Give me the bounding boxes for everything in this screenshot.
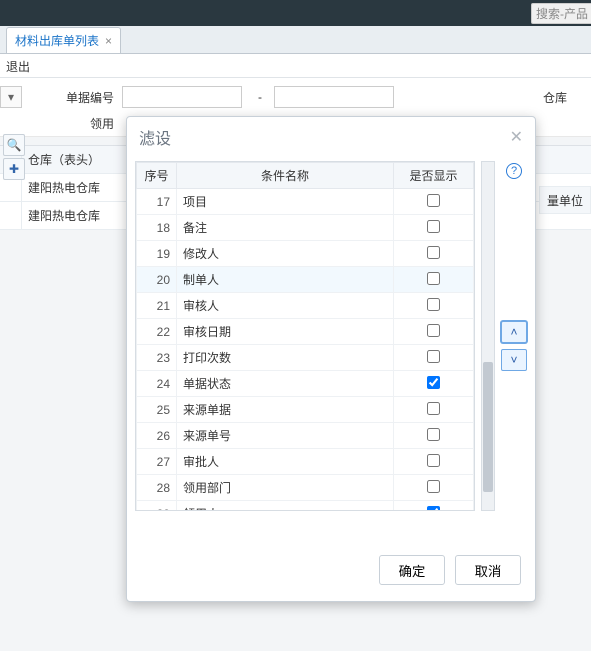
show-cell (394, 345, 474, 371)
show-checkbox[interactable] (427, 350, 440, 363)
filter-row[interactable]: 25来源单据 (137, 397, 474, 423)
side-icon-bar: 🔍 ✚ (3, 134, 25, 180)
show-checkbox[interactable] (427, 272, 440, 285)
help-icon[interactable]: ? (506, 163, 522, 179)
search-icon[interactable]: 🔍 (3, 134, 25, 156)
name-cell: 单据状态 (177, 371, 394, 397)
name-cell: 来源单号 (177, 423, 394, 449)
seq-cell: 19 (137, 241, 177, 267)
filter-row[interactable]: 20制单人 (137, 267, 474, 293)
name-cell: 审核人 (177, 293, 394, 319)
show-cell (394, 319, 474, 345)
scroll-thumb[interactable] (483, 362, 493, 492)
show-cell (394, 241, 474, 267)
filter-row[interactable]: 22审核日期 (137, 319, 474, 345)
show-checkbox[interactable] (427, 298, 440, 311)
name-cell: 审批人 (177, 449, 394, 475)
col-warehouse[interactable]: 仓库（表头） (22, 146, 130, 173)
filter-dropdown-icon[interactable]: ▾ (0, 86, 22, 108)
filter-row[interactable]: 27审批人 (137, 449, 474, 475)
close-icon[interactable]: × (105, 34, 112, 48)
top-bar: 搜索-产品 (0, 0, 591, 26)
show-checkbox[interactable] (427, 194, 440, 207)
show-checkbox[interactable] (427, 402, 440, 415)
bill-no-input-2[interactable] (274, 86, 394, 108)
cancel-button[interactable]: 取消 (455, 555, 521, 585)
filter-table: 序号 条件名称 是否显示 17项目18备注19修改人20制单人21审核人22审核… (135, 161, 475, 511)
show-checkbox[interactable] (427, 246, 440, 259)
filter-row[interactable]: 17项目 (137, 189, 474, 215)
bill-no-input[interactable] (122, 86, 242, 108)
tab-label: 材料出库单列表 (15, 32, 99, 49)
show-cell (394, 475, 474, 501)
filter-row[interactable]: 23打印次数 (137, 345, 474, 371)
show-cell (394, 189, 474, 215)
warehouse-label: 仓库 (543, 89, 591, 106)
show-checkbox[interactable] (427, 376, 440, 389)
show-checkbox[interactable] (427, 506, 440, 512)
seq-cell: 28 (137, 475, 177, 501)
tab-material-out-list[interactable]: 材料出库单列表 × (6, 27, 121, 53)
col-unit[interactable]: 量单位 (539, 186, 591, 214)
seq-cell: 18 (137, 215, 177, 241)
name-cell: 制单人 (177, 267, 394, 293)
name-cell: 打印次数 (177, 345, 394, 371)
show-checkbox[interactable] (427, 324, 440, 337)
seq-cell: 22 (137, 319, 177, 345)
filter-row[interactable]: 24单据状态 (137, 371, 474, 397)
show-checkbox[interactable] (427, 454, 440, 467)
show-cell (394, 449, 474, 475)
toolbar: 退出 (0, 54, 591, 78)
exit-link[interactable]: 退出 (6, 60, 30, 74)
show-checkbox[interactable] (427, 480, 440, 493)
name-cell: 备注 (177, 215, 394, 241)
move-up-button[interactable]: ˄ (501, 321, 527, 343)
global-search-input[interactable]: 搜索-产品 (531, 3, 591, 24)
filter-icon[interactable]: ✚ (3, 158, 25, 180)
name-cell: 来源单据 (177, 397, 394, 423)
seq-cell: 17 (137, 189, 177, 215)
dialog-title: 滤设 (139, 125, 171, 149)
show-cell (394, 423, 474, 449)
filter-settings-dialog: 滤设 ✕ 序号 条件名称 是否显示 17项目18备注19修改人20制单人21审核… (126, 116, 536, 602)
show-cell (394, 397, 474, 423)
receiver-label: 领用 (26, 115, 118, 132)
show-checkbox[interactable] (427, 428, 440, 441)
filter-row[interactable]: 26来源单号 (137, 423, 474, 449)
show-cell (394, 267, 474, 293)
seq-cell: 20 (137, 267, 177, 293)
seq-cell: 21 (137, 293, 177, 319)
name-cell: 项目 (177, 189, 394, 215)
vertical-scrollbar[interactable] (481, 161, 495, 511)
move-down-button[interactable]: ˅ (501, 349, 527, 371)
filter-row[interactable]: 18备注 (137, 215, 474, 241)
seq-cell: 29 (137, 501, 177, 512)
name-cell: 领用部门 (177, 475, 394, 501)
col-name[interactable]: 条件名称 (177, 163, 394, 189)
seq-cell: 23 (137, 345, 177, 371)
seq-cell: 27 (137, 449, 177, 475)
seq-cell: 25 (137, 397, 177, 423)
show-cell (394, 501, 474, 512)
show-cell (394, 215, 474, 241)
show-cell (394, 293, 474, 319)
bill-no-label: 单据编号 (26, 89, 118, 106)
filter-row[interactable]: 28领用部门 (137, 475, 474, 501)
col-show[interactable]: 是否显示 (394, 163, 474, 189)
show-cell (394, 371, 474, 397)
filter-row[interactable]: 21审核人 (137, 293, 474, 319)
show-checkbox[interactable] (427, 220, 440, 233)
name-cell: 修改人 (177, 241, 394, 267)
col-seq[interactable]: 序号 (137, 163, 177, 189)
filter-row[interactable]: 29领用人 (137, 501, 474, 512)
name-cell: 领用人 (177, 501, 394, 512)
tab-bar: 材料出库单列表 × (0, 26, 591, 54)
ok-button[interactable]: 确定 (379, 555, 445, 585)
name-cell: 审核日期 (177, 319, 394, 345)
seq-cell: 24 (137, 371, 177, 397)
filter-row[interactable]: 19修改人 (137, 241, 474, 267)
close-icon[interactable]: ✕ (510, 127, 523, 147)
seq-cell: 26 (137, 423, 177, 449)
